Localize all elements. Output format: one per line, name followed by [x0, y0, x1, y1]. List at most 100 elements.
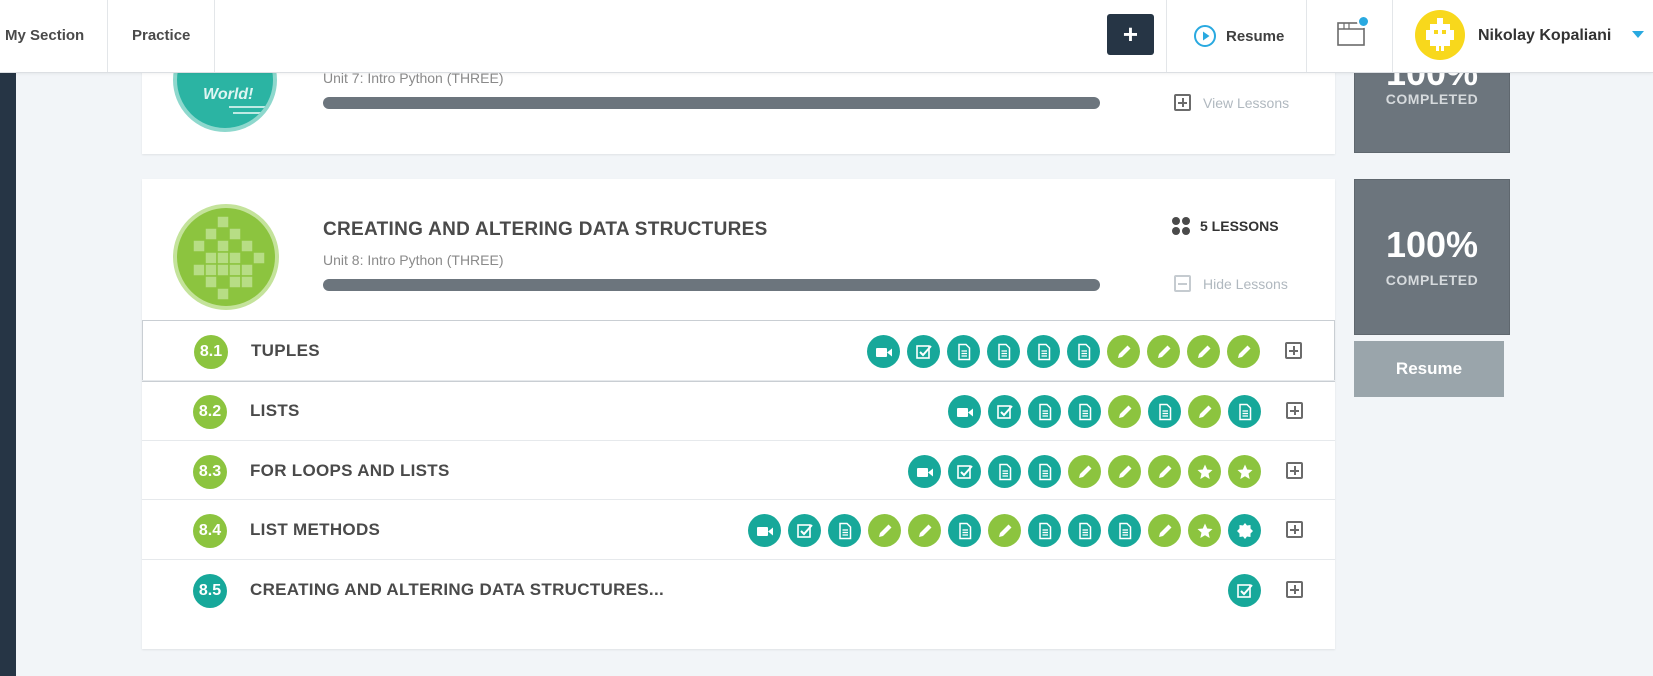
quiz-check-icon[interactable]	[1228, 574, 1261, 607]
star-icon[interactable]	[1228, 455, 1261, 488]
pencil-icon[interactable]	[988, 514, 1021, 547]
video-icon[interactable]	[867, 335, 900, 368]
lesson-number: 8.2	[193, 395, 227, 429]
star-icon[interactable]	[1188, 514, 1221, 547]
lesson-row[interactable]: 8.2 LISTS	[142, 380, 1335, 442]
pencil-icon[interactable]	[1147, 335, 1180, 368]
user-name[interactable]: Nikolay Kopaliani	[1478, 0, 1611, 72]
lesson-name[interactable]: TUPLES	[251, 321, 320, 381]
document-icon[interactable]	[1068, 514, 1101, 547]
resume-nav-label: Resume	[1226, 27, 1285, 45]
grid-badge-icon	[192, 215, 266, 301]
lesson-activity-icons	[748, 514, 1261, 547]
unit-7-badge-text: World!	[203, 86, 254, 103]
add-button[interactable]: +	[1107, 14, 1154, 55]
expand-lesson-icon[interactable]	[1286, 521, 1303, 538]
lesson-name[interactable]: CREATING AND ALTERING DATA STRUCTURES...	[250, 560, 664, 620]
lesson-name[interactable]: FOR LOOPS AND LISTS	[250, 441, 450, 501]
pencil-icon[interactable]	[1188, 395, 1221, 428]
quiz-check-icon[interactable]	[948, 455, 981, 488]
avatar[interactable]	[1415, 10, 1465, 60]
expand-lesson-icon[interactable]	[1285, 342, 1302, 359]
pencil-icon[interactable]	[1108, 395, 1141, 428]
unit-8-progress-bar	[323, 279, 1100, 291]
pencil-icon[interactable]	[1107, 335, 1140, 368]
resume-unit-button[interactable]: Resume	[1354, 341, 1504, 397]
lesson-row[interactable]: 8.1 TUPLES	[142, 320, 1335, 382]
chevron-down-icon[interactable]	[1632, 31, 1644, 38]
document-icon[interactable]	[1028, 514, 1061, 547]
lesson-activity-icons	[908, 455, 1261, 488]
hide-lessons-label: Hide Lessons	[1203, 275, 1288, 292]
document-icon[interactable]	[1148, 395, 1181, 428]
video-icon[interactable]	[748, 514, 781, 547]
document-icon[interactable]	[1108, 514, 1141, 547]
nav-divider	[1392, 0, 1393, 72]
pencil-icon[interactable]	[1108, 455, 1141, 488]
star-icon[interactable]	[1188, 455, 1221, 488]
unit-8-percent: 100%	[1385, 224, 1479, 265]
expand-icon	[1174, 94, 1191, 111]
lessons-count-label: 5 LESSONS	[1200, 218, 1279, 234]
lessons-count: 5 LESSONS	[1172, 217, 1279, 235]
hide-lessons-toggle[interactable]: Hide Lessons	[1174, 275, 1288, 292]
document-icon[interactable]	[1028, 455, 1061, 488]
quiz-check-icon[interactable]	[988, 395, 1021, 428]
unit-8-completion-box: 100% COMPLETED	[1354, 179, 1510, 335]
document-icon[interactable]	[987, 335, 1020, 368]
nav-divider	[214, 0, 215, 72]
document-icon[interactable]	[948, 514, 981, 547]
lesson-number: 8.5	[193, 574, 227, 608]
view-lessons-label: View Lessons	[1203, 94, 1290, 111]
badge-icon[interactable]	[1228, 514, 1261, 547]
lesson-number: 8.4	[193, 514, 227, 548]
unit-7-progress-bar	[323, 97, 1100, 109]
quiz-check-icon[interactable]	[907, 335, 940, 368]
expand-lesson-icon[interactable]	[1286, 581, 1303, 598]
quiz-check-icon[interactable]	[788, 514, 821, 547]
document-icon[interactable]	[988, 455, 1021, 488]
nav-my-section[interactable]: My Section	[5, 0, 84, 72]
lesson-activity-icons	[1228, 574, 1261, 607]
unit-8-completed-label: COMPLETED	[1385, 272, 1479, 288]
view-lessons-toggle[interactable]: View Lessons	[1174, 94, 1289, 111]
document-icon[interactable]	[1027, 335, 1060, 368]
lesson-row[interactable]: 8.4 LIST METHODS	[142, 499, 1335, 561]
lesson-activity-icons	[867, 335, 1260, 368]
nav-divider	[107, 0, 108, 72]
pencil-icon[interactable]	[1148, 455, 1181, 488]
unit-8-subtitle: Unit 8: Intro Python (THREE)	[323, 252, 504, 268]
collapse-icon	[1174, 275, 1191, 292]
document-icon[interactable]	[947, 335, 980, 368]
play-circle-icon	[1194, 25, 1216, 47]
pencil-icon[interactable]	[908, 514, 941, 547]
pencil-icon[interactable]	[1068, 455, 1101, 488]
pencil-icon[interactable]	[1227, 335, 1260, 368]
expand-lesson-icon[interactable]	[1286, 462, 1303, 479]
document-icon[interactable]	[828, 514, 861, 547]
lesson-name[interactable]: LISTS	[250, 381, 300, 441]
document-icon[interactable]	[1228, 395, 1261, 428]
video-icon[interactable]	[908, 455, 941, 488]
lesson-name[interactable]: LIST METHODS	[250, 500, 380, 560]
lesson-number: 8.3	[193, 455, 227, 489]
lesson-row[interactable]: 8.5 CREATING AND ALTERING DATA STRUCTURES…	[142, 559, 1335, 621]
document-icon[interactable]	[1068, 395, 1101, 428]
document-icon[interactable]	[1028, 395, 1061, 428]
robot-avatar-icon	[1426, 18, 1454, 51]
pencil-icon[interactable]	[1148, 514, 1181, 547]
pencil-icon[interactable]	[1187, 335, 1220, 368]
document-icon[interactable]	[1067, 335, 1100, 368]
resume-nav-button[interactable]: Resume	[1193, 0, 1284, 72]
lesson-row[interactable]: 8.3 FOR LOOPS AND LISTS	[142, 440, 1335, 502]
unit-7-completed-label: COMPLETED	[1385, 91, 1479, 107]
nav-practice[interactable]: Practice	[132, 0, 190, 72]
expand-lesson-icon[interactable]	[1286, 402, 1303, 419]
unit-8-badge	[173, 204, 279, 310]
lesson-number: 8.1	[194, 335, 228, 369]
video-icon[interactable]	[948, 395, 981, 428]
pencil-icon[interactable]	[868, 514, 901, 547]
lesson-activity-icons	[948, 395, 1261, 428]
unit-8-title: CREATING AND ALTERING DATA STRUCTURES	[323, 219, 768, 240]
left-sidebar-edge	[0, 0, 16, 676]
